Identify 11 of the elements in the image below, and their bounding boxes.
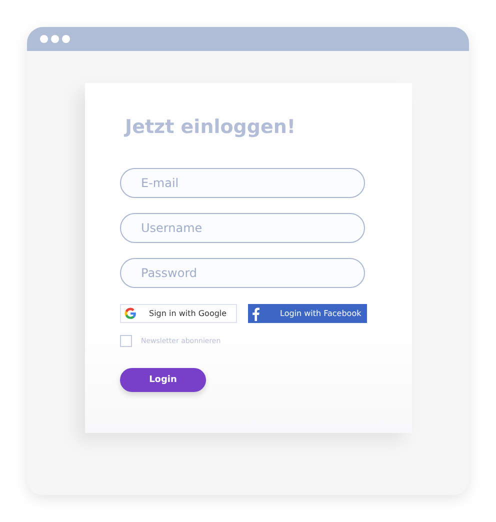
login-button[interactable]: Login xyxy=(120,368,206,392)
facebook-sign-in-button[interactable]: Login with Facebook xyxy=(248,304,367,323)
google-icon xyxy=(124,307,137,320)
newsletter-checkbox[interactable] xyxy=(120,335,132,347)
input-field[interactable]: Username xyxy=(120,213,365,243)
facebook-icon xyxy=(252,306,260,320)
input-field[interactable]: E-mail xyxy=(120,168,365,198)
input-field[interactable]: Password xyxy=(120,258,365,288)
window-dots-icon xyxy=(40,35,70,43)
login-title: Jetzt einloggen! xyxy=(125,116,296,138)
google-sign-in-button[interactable]: Sign in with Google xyxy=(120,304,237,323)
